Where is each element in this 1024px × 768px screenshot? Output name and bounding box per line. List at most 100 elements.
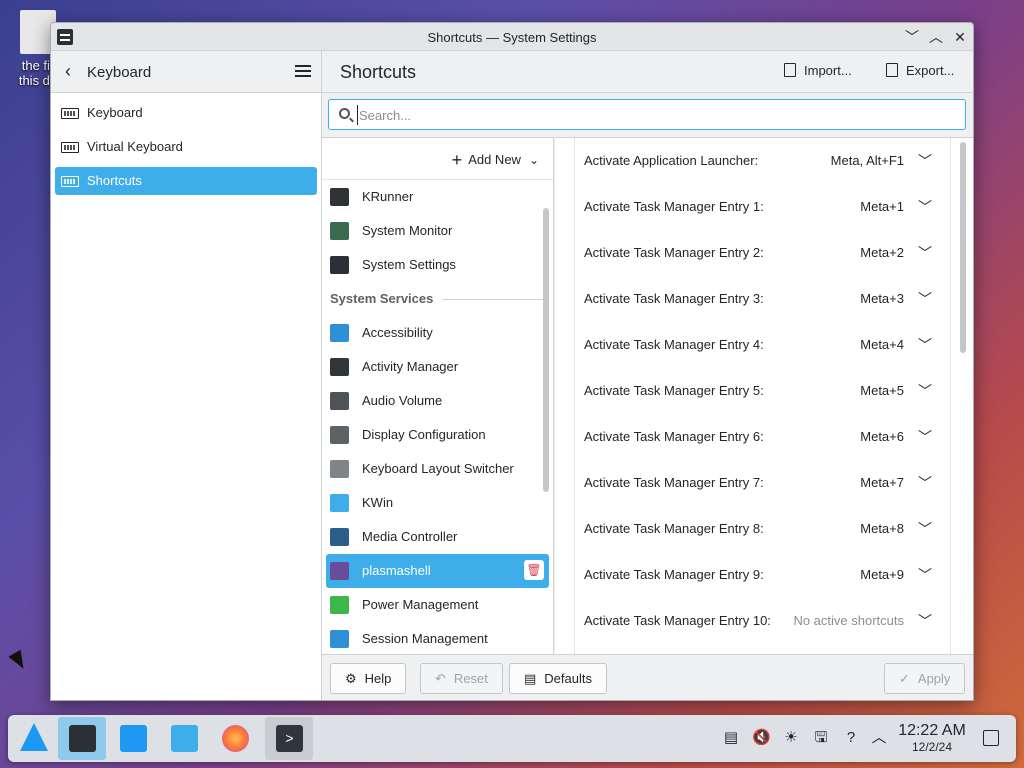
chevron-down-icon[interactable]: ﹀ bbox=[918, 184, 932, 230]
keyboard-icon bbox=[61, 142, 79, 153]
reset-button[interactable]: ↶ Reset bbox=[420, 663, 503, 694]
shortcut-row[interactable]: Activate Task Manager Entry 7: Meta+7 ﹀ bbox=[575, 460, 950, 506]
list-item[interactable]: KWin bbox=[326, 486, 549, 520]
list-item[interactable]: Audio Volume bbox=[326, 384, 549, 418]
chevron-down-icon[interactable]: ﹀ bbox=[918, 552, 932, 598]
list-item[interactable]: KRunner bbox=[326, 180, 549, 214]
defaults-button[interactable]: ▤ Defaults bbox=[509, 663, 607, 694]
search-box[interactable] bbox=[328, 99, 966, 130]
chevron-down-icon[interactable]: ﹀ bbox=[918, 506, 932, 552]
apply-label: Apply bbox=[917, 671, 951, 686]
shortcut-action-label: Activate Task Manager Entry 9: bbox=[584, 567, 764, 582]
component-icon bbox=[330, 460, 349, 478]
apply-button[interactable]: ✓ Apply bbox=[884, 663, 966, 694]
trash-icon[interactable]: 🗑 bbox=[524, 560, 544, 580]
list-scrollbar[interactable] bbox=[543, 208, 549, 492]
list-item[interactable]: Power Management bbox=[326, 588, 549, 622]
chevron-down-icon[interactable]: ﹀ bbox=[918, 460, 932, 506]
sidebar-item-keyboard[interactable]: Keyboard bbox=[55, 99, 317, 127]
hamburger-menu-icon[interactable] bbox=[295, 65, 311, 77]
title-bar[interactable]: Shortcuts — System Settings ﹀ ︿ ✕ bbox=[51, 23, 973, 51]
component-icon bbox=[330, 324, 349, 342]
add-new-button[interactable]: + Add New ⌄ bbox=[452, 150, 539, 171]
help-label: Help bbox=[364, 671, 392, 686]
list-item[interactable]: System Monitor bbox=[326, 214, 549, 248]
taskbar-discover[interactable] bbox=[109, 717, 157, 760]
list-item-label: Keyboard Layout Switcher bbox=[362, 461, 514, 476]
list-item[interactable]: Session Management bbox=[326, 622, 549, 655]
shortcut-row[interactable]: Activate Application Launcher: Meta, Alt+… bbox=[575, 138, 950, 184]
chevron-down-icon[interactable]: ﹀ bbox=[918, 276, 932, 322]
minimize-button[interactable]: ﹀ bbox=[902, 27, 922, 47]
search-input[interactable] bbox=[357, 105, 957, 125]
sidebar-title: Keyboard bbox=[87, 64, 152, 81]
shortcut-row[interactable]: Activate Task Manager Entry 8: Meta+8 ﹀ bbox=[575, 506, 950, 552]
keyboard-icon bbox=[61, 176, 79, 187]
shortcut-row[interactable]: Activate Task Manager Entry 6: Meta+6 ﹀ bbox=[575, 414, 950, 460]
shortcut-action-label: Activate Task Manager Entry 1: bbox=[584, 199, 764, 214]
firefox-icon bbox=[222, 725, 249, 752]
sidebar-item-shortcuts[interactable]: Shortcuts bbox=[55, 167, 317, 195]
import-icon bbox=[784, 63, 796, 77]
list-item[interactable]: Keyboard Layout Switcher bbox=[326, 452, 549, 486]
shortcut-row[interactable]: Activate Task Manager Entry 1: Meta+1 ﹀ bbox=[575, 184, 950, 230]
defaults-label: Defaults bbox=[544, 671, 592, 686]
clock-time: 12:22 AM bbox=[898, 722, 966, 739]
taskbar-system-settings[interactable] bbox=[58, 717, 106, 760]
shortcuts-scrollbar[interactable] bbox=[960, 142, 966, 353]
shortcut-row[interactable]: Activate Task Manager Entry 3: Meta+3 ﹀ bbox=[575, 276, 950, 322]
disk-icon[interactable]: 🖫 bbox=[812, 729, 830, 747]
import-button[interactable]: Import... bbox=[784, 63, 852, 78]
digital-clock[interactable]: 12:22 AM 12/2/24 bbox=[898, 722, 966, 754]
component-icon bbox=[330, 188, 349, 206]
maximize-button[interactable]: ︿ bbox=[926, 27, 946, 47]
shortcut-row[interactable]: Activate Task Manager Entry 4: Meta+4 ﹀ bbox=[575, 322, 950, 368]
chevron-down-icon[interactable]: ﹀ bbox=[918, 368, 932, 414]
list-item[interactable]: Media Controller bbox=[326, 520, 549, 554]
clipboard-icon[interactable]: ▤ bbox=[722, 729, 740, 747]
component-icon bbox=[330, 630, 349, 648]
list-item[interactable]: Activity Manager bbox=[326, 350, 549, 384]
close-button[interactable]: ✕ bbox=[950, 27, 970, 47]
volume-muted-icon[interactable]: 🔇 bbox=[752, 729, 771, 747]
back-arrow-icon[interactable]: ‹ bbox=[65, 62, 71, 80]
shortcut-row[interactable]: Activate Task Manager Entry 2: Meta+2 ﹀ bbox=[575, 230, 950, 276]
taskbar-firefox[interactable] bbox=[211, 717, 259, 760]
shortcut-keys: Meta+3 bbox=[860, 291, 904, 306]
taskbar-file-manager[interactable] bbox=[160, 717, 208, 760]
brightness-icon[interactable]: ☀ bbox=[782, 729, 800, 747]
shortcut-row[interactable]: Activate Task Manager Entry 9: Meta+9 ﹀ bbox=[575, 552, 950, 598]
component-icon bbox=[330, 562, 349, 580]
shortcut-keys: Meta, Alt+F1 bbox=[830, 153, 904, 168]
sidebar-item-virtual-keyboard[interactable]: Virtual Keyboard bbox=[55, 133, 317, 161]
sidebar-item-label: Keyboard bbox=[87, 105, 143, 120]
list-item-label: plasmashell bbox=[362, 563, 431, 578]
component-list: + Add New ⌄ KRunner System Monitor System Se… bbox=[322, 137, 554, 655]
shortcut-action-label: Activate Task Manager Entry 7: bbox=[584, 475, 764, 490]
list-item[interactable]: plasmashell 🗑 bbox=[326, 554, 549, 588]
add-new-label: Add New bbox=[468, 152, 521, 167]
chevron-up-icon[interactable]: ︿ bbox=[870, 729, 888, 747]
chevron-down-icon[interactable]: ﹀ bbox=[918, 414, 932, 460]
list-item-label: Audio Volume bbox=[362, 393, 443, 408]
help-circle-icon[interactable]: ? bbox=[842, 729, 860, 747]
show-desktop-icon[interactable] bbox=[983, 730, 999, 746]
chevron-down-icon[interactable]: ﹀ bbox=[918, 230, 932, 276]
shortcut-row[interactable]: Activate Task Manager Entry 10: No active… bbox=[575, 598, 950, 644]
system-settings-icon bbox=[69, 725, 96, 752]
list-item[interactable]: Display Configuration bbox=[326, 418, 549, 452]
taskbar-terminal[interactable]: > bbox=[265, 717, 313, 760]
list-item[interactable]: Accessibility bbox=[326, 316, 549, 350]
application-launcher[interactable] bbox=[10, 717, 58, 760]
shortcut-row[interactable]: Activate Task Manager Entry 5: Meta+5 ﹀ bbox=[575, 368, 950, 414]
chevron-down-icon[interactable]: ﹀ bbox=[918, 598, 932, 644]
help-button[interactable]: ⚙ Help bbox=[330, 663, 407, 694]
chevron-down-icon[interactable]: ﹀ bbox=[918, 322, 932, 368]
list-item[interactable]: System Settings bbox=[326, 248, 549, 282]
list-item-label: Accessibility bbox=[362, 325, 433, 340]
shortcut-action-label: Activate Task Manager Entry 6: bbox=[584, 429, 764, 444]
export-label: Export... bbox=[906, 63, 955, 78]
export-button[interactable]: Export... bbox=[886, 63, 954, 78]
chevron-down-icon[interactable]: ﹀ bbox=[918, 138, 932, 184]
shortcut-keys: Meta+8 bbox=[860, 521, 904, 536]
